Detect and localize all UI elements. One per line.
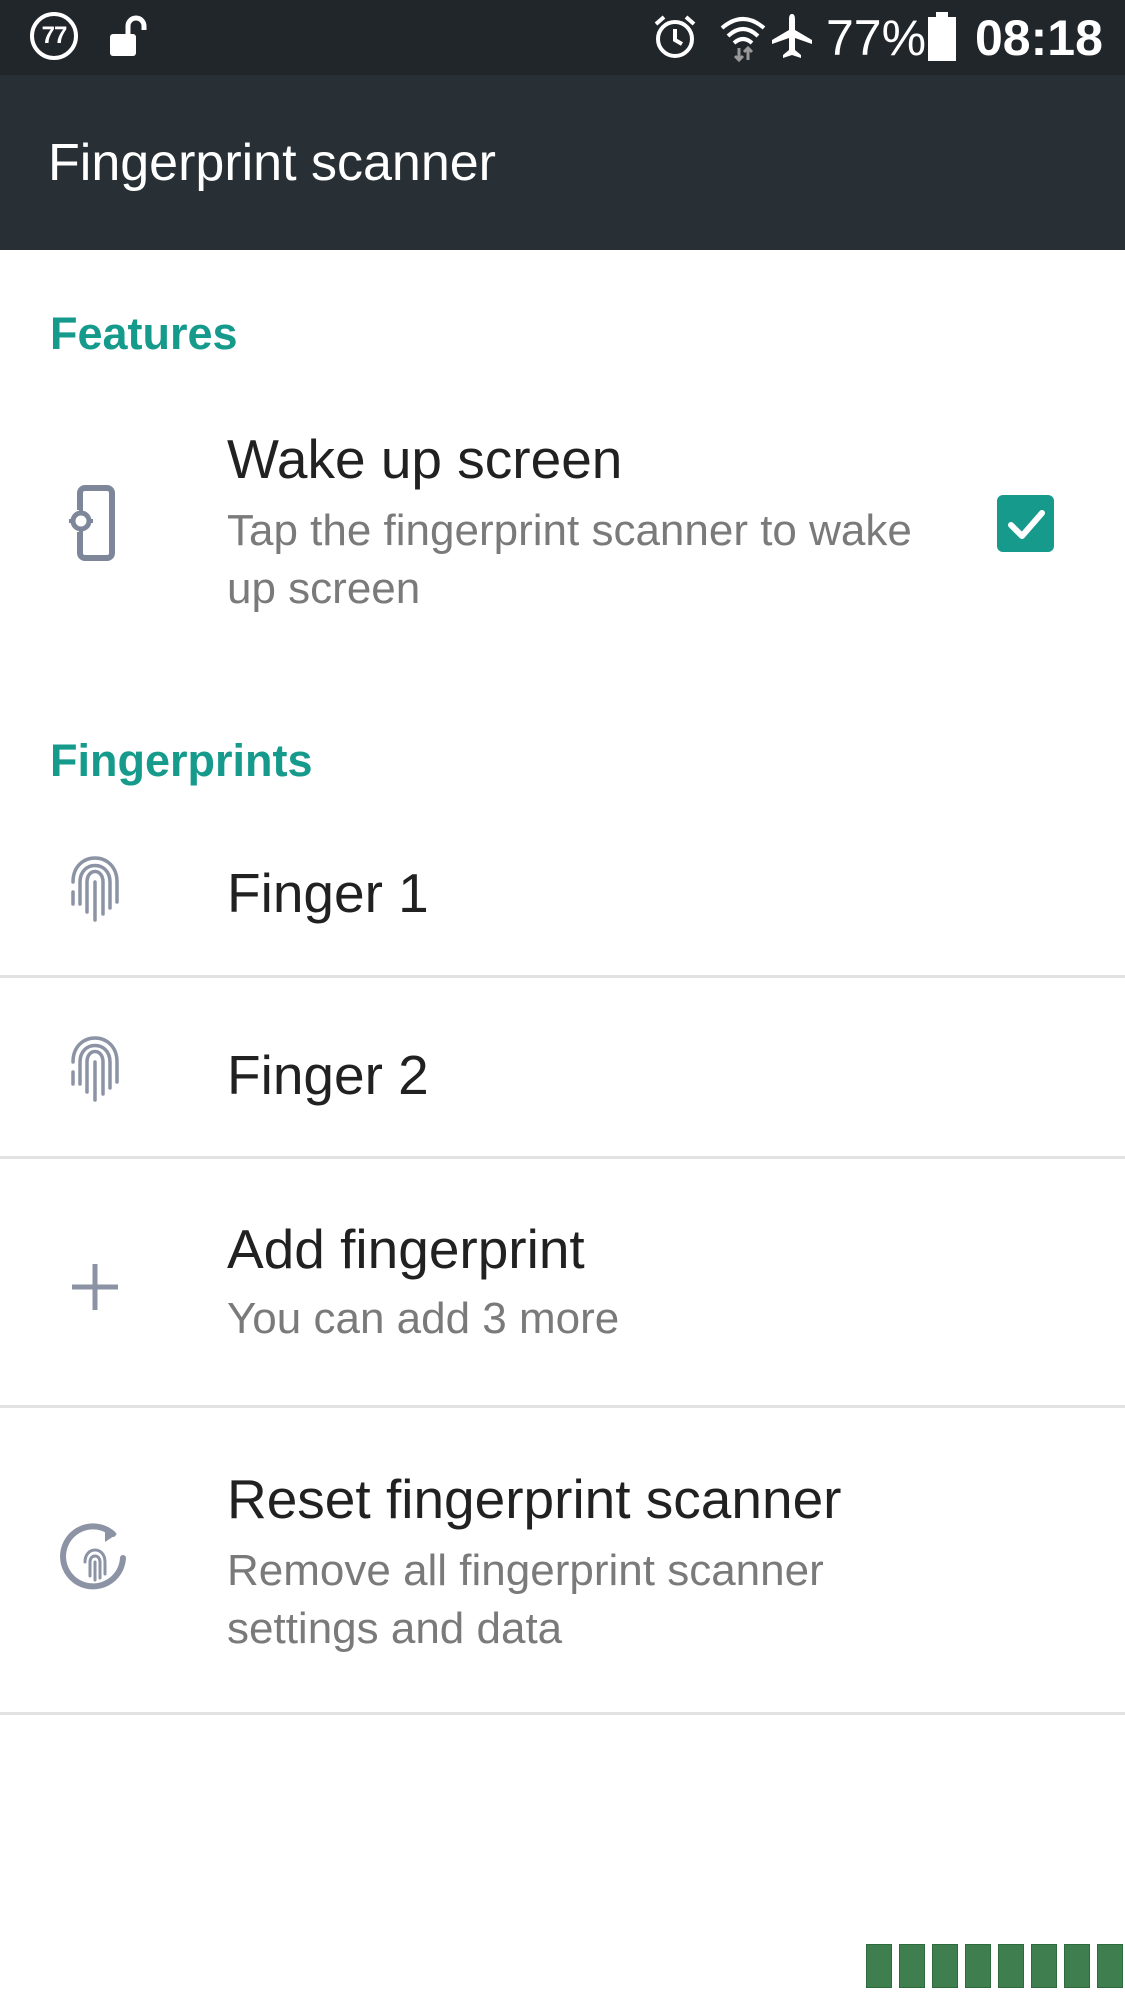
divider (0, 975, 1125, 978)
wake-up-screen-subtitle: Tap the fingerprint scanner to wake up s… (227, 506, 912, 613)
add-fingerprint-row[interactable]: Add fingerprint You can add 3 more (0, 1190, 1125, 1405)
app-bar: Fingerprint scanner (0, 75, 1125, 250)
fingerprint-item-1[interactable]: Finger 1 (0, 830, 1125, 975)
status-bar: 77 77% 08:18 (0, 0, 1125, 75)
section-header-fingerprints: Fingerprints (50, 735, 313, 786)
checkmark-icon (1007, 509, 1045, 539)
unlock-icon (108, 14, 148, 63)
watermark-bars (866, 1944, 1123, 1988)
clock: 08:18 (975, 10, 1103, 66)
page-title: Fingerprint scanner (48, 134, 496, 192)
add-fingerprint-title: Add fingerprint (227, 1218, 585, 1280)
divider (0, 1405, 1125, 1408)
fingerprint-item-2[interactable]: Finger 2 (0, 1010, 1125, 1155)
reset-fingerprint-icon (50, 1520, 140, 1600)
fingerprint-icon (50, 852, 140, 926)
reset-fingerprint-scanner-subtitle: Remove all fingerprint scanner settings … (227, 1546, 824, 1653)
reset-fingerprint-scanner-row[interactable]: Reset fingerprint scanner Remove all fin… (0, 1440, 1125, 1710)
add-fingerprint-subtitle: You can add 3 more (227, 1294, 620, 1343)
wake-up-screen-checkbox[interactable] (997, 495, 1054, 552)
divider (0, 1712, 1125, 1715)
battery-icon (926, 12, 958, 67)
wake-up-screen-title: Wake up screen (227, 428, 623, 490)
notification-badge: 77 (30, 12, 78, 60)
plus-icon (50, 1260, 140, 1314)
finger-1-label: Finger 1 (227, 862, 429, 924)
wake-up-screen-row[interactable]: Wake up screen Tap the fingerprint scann… (0, 420, 1125, 650)
fingerprint-icon (50, 1032, 140, 1106)
section-header-features: Features (50, 308, 238, 359)
wifi-icon (718, 12, 768, 67)
alarm-icon (652, 14, 698, 65)
battery-percent: 77% (826, 10, 927, 66)
reset-fingerprint-scanner-title: Reset fingerprint scanner (227, 1468, 842, 1530)
phone-gear-icon (50, 484, 140, 564)
divider (0, 1156, 1125, 1159)
airplane-icon (770, 12, 814, 65)
finger-2-label: Finger 2 (227, 1044, 429, 1106)
